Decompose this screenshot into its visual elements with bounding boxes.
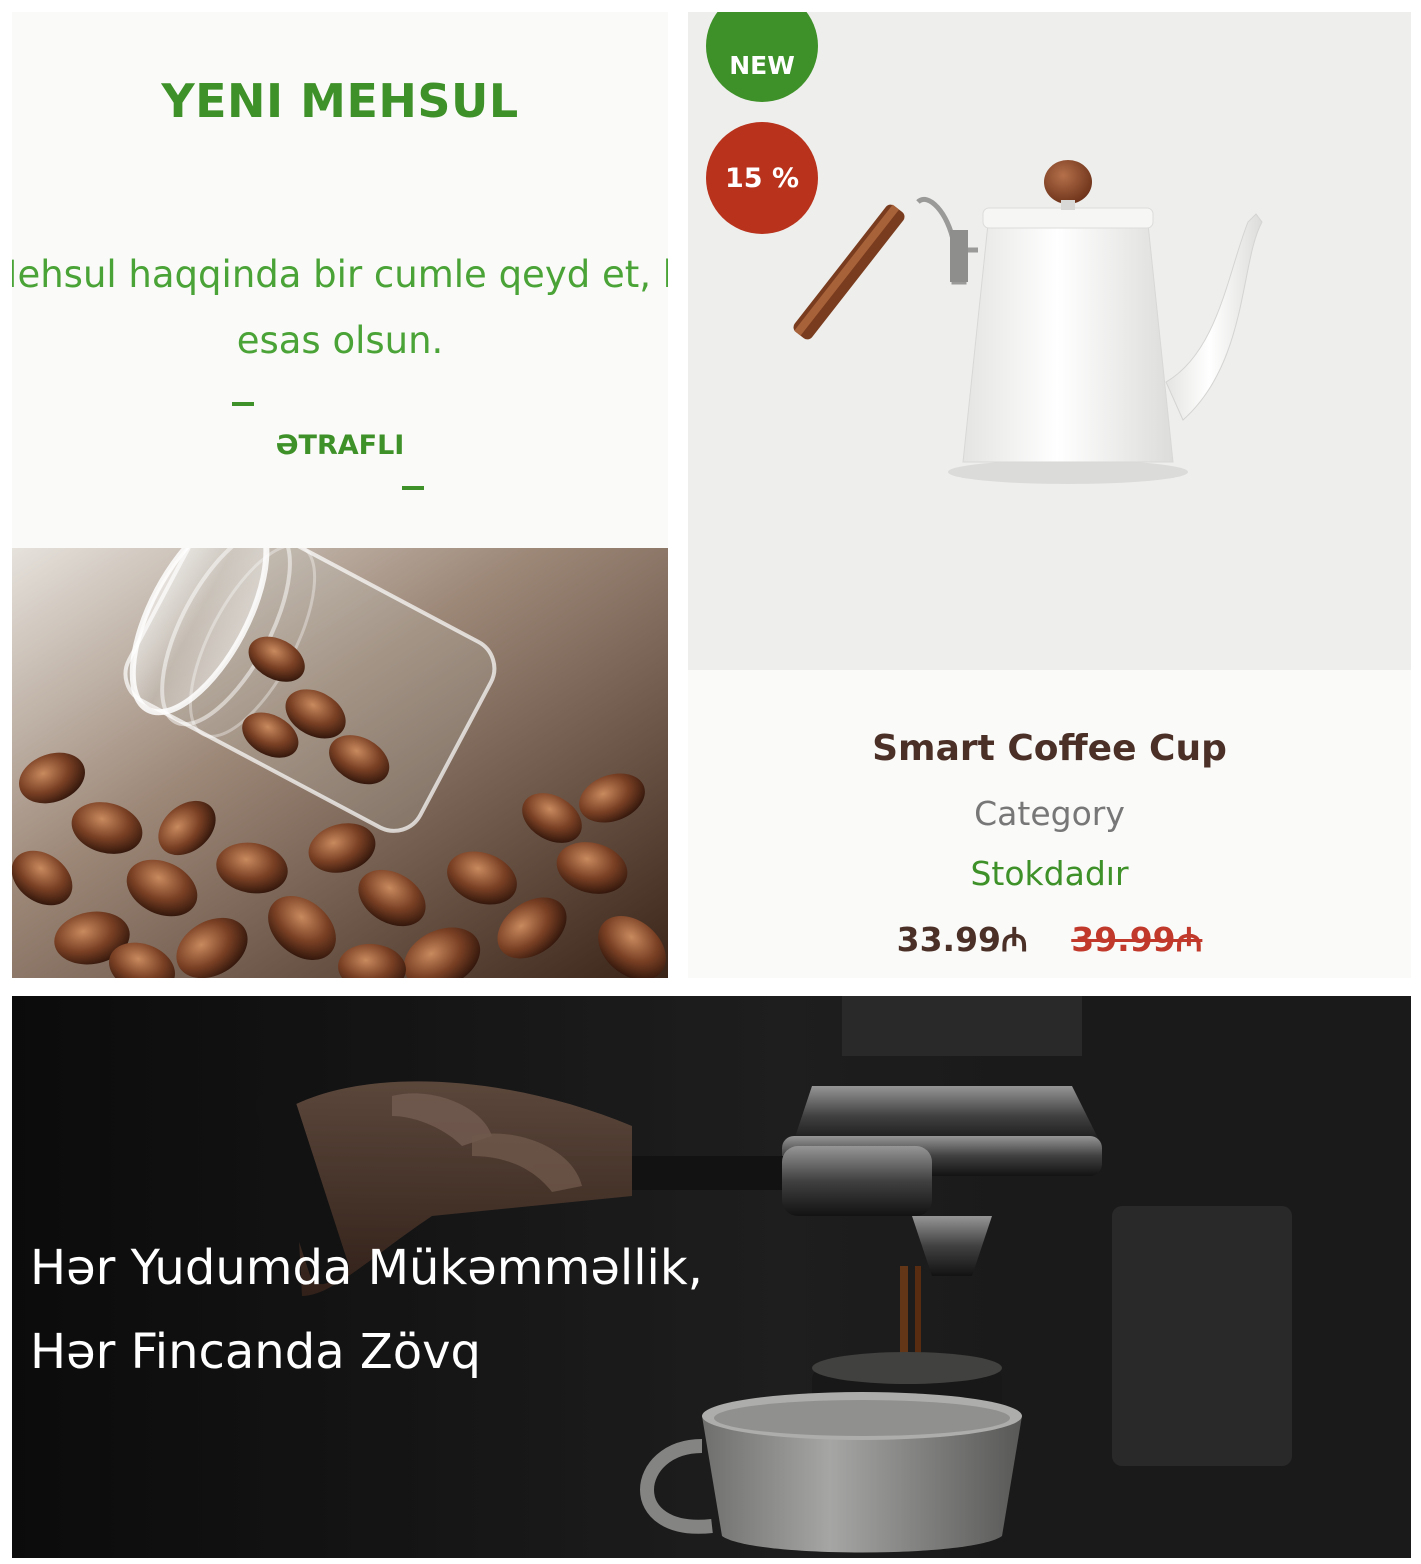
product-info: Smart Coffee Cup Category Stokdadır 33.9… [688, 670, 1411, 978]
promo-description: Mehsul haqqinda bir cumle qeyd et, ki es… [12, 242, 668, 374]
hero-tagline-line2: Hər Fincanda Zövq [30, 1324, 481, 1380]
promo-description-line1: Mehsul haqqinda bir cumle qeyd et, ki [12, 253, 668, 296]
promo-link-dash-top [232, 402, 254, 406]
new-badge: NEW [706, 12, 818, 102]
more-info-link[interactable]: ƏTRAFLI [12, 430, 668, 461]
hero-tagline-line1: Hər Yudumda Mükəmməllik, [30, 1240, 703, 1296]
product-prices: 33.99₼ 39.99₼ [688, 916, 1411, 961]
current-price: 33.99₼ [896, 920, 1028, 959]
hero-banner: Hər Yudumda Mükəmməllik, Hər Fincanda Zö… [12, 996, 1411, 1558]
new-product-promo: YENI MEHSUL Mehsul haqqinda bir cumle qe… [12, 12, 668, 548]
product-category[interactable]: Category [688, 794, 1411, 833]
product-image-area[interactable]: NEW 15 % [688, 12, 1411, 670]
promo-title: YENI MEHSUL [161, 74, 519, 128]
stock-status: Stokdadır [970, 854, 1129, 893]
promo-description-line2: esas olsun. [236, 319, 444, 362]
product-card[interactable]: NEW 15 % Smart Coffee Cup Category Stokd… [688, 12, 1411, 978]
hero-tagline: Hər Yudumda Mükəmməllik, Hər Fincanda Zö… [30, 1226, 703, 1394]
promo-link-dash-bottom [402, 486, 424, 490]
pour-over-kettle-image [793, 160, 1263, 484]
product-name[interactable]: Smart Coffee Cup [688, 728, 1411, 769]
coffee-beans-jar-image [12, 548, 668, 978]
old-price: 39.99₼ [1071, 920, 1203, 959]
